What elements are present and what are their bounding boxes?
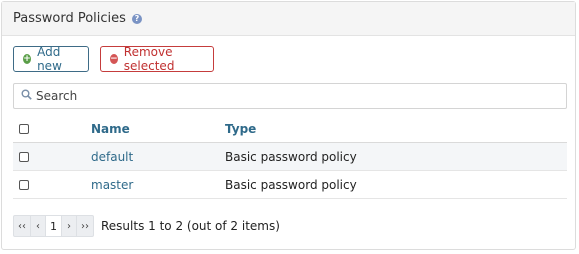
minus-circle-icon: −	[110, 53, 118, 64]
policy-name-link[interactable]: master	[91, 178, 225, 192]
add-new-button[interactable]: + Add new	[13, 45, 89, 73]
pagination: ‹‹ ‹ 1 › ›› Results 1 to 2 (out of 2 ite…	[13, 215, 280, 237]
next-page-button[interactable]: ›	[61, 215, 77, 237]
results-info: Results 1 to 2 (out of 2 items)	[101, 219, 280, 233]
search-icon	[21, 89, 32, 103]
last-page-button[interactable]: ››	[76, 215, 94, 237]
column-header-type[interactable]: Type	[225, 122, 567, 136]
table-header: Name Type	[13, 115, 567, 143]
select-all-cell	[13, 123, 91, 134]
policy-type: Basic password policy	[225, 177, 357, 192]
current-page-button[interactable]: 1	[45, 215, 62, 237]
help-icon[interactable]: ?	[131, 13, 142, 24]
prev-page-button[interactable]: ‹	[30, 215, 46, 237]
search-input[interactable]	[36, 89, 566, 103]
table-row: default Basic password policy	[13, 143, 567, 171]
plus-circle-icon: +	[23, 53, 32, 64]
row-checkbox[interactable]	[19, 179, 29, 190]
remove-selected-label: Remove selected	[123, 45, 175, 73]
policy-type: Basic password policy	[225, 149, 357, 164]
first-page-button[interactable]: ‹‹	[13, 215, 31, 237]
add-new-label: Add new	[37, 45, 62, 73]
search-box	[13, 83, 567, 109]
row-checkbox[interactable]	[19, 151, 29, 162]
column-header-name[interactable]: Name	[91, 122, 225, 136]
select-all-checkbox[interactable]	[19, 123, 29, 134]
policy-name-link[interactable]: default	[91, 150, 225, 164]
password-policies-panel: Password Policies ? + Add new − Remove s…	[1, 1, 576, 250]
page-title: Password Policies	[13, 11, 126, 26]
policies-table: Name Type default Basic password policy …	[13, 115, 567, 199]
table-row: master Basic password policy	[13, 171, 567, 199]
panel-header: Password Policies ?	[2, 2, 575, 36]
row-select-cell	[13, 151, 91, 162]
row-select-cell	[13, 179, 91, 190]
remove-selected-button[interactable]: − Remove selected	[100, 45, 214, 73]
